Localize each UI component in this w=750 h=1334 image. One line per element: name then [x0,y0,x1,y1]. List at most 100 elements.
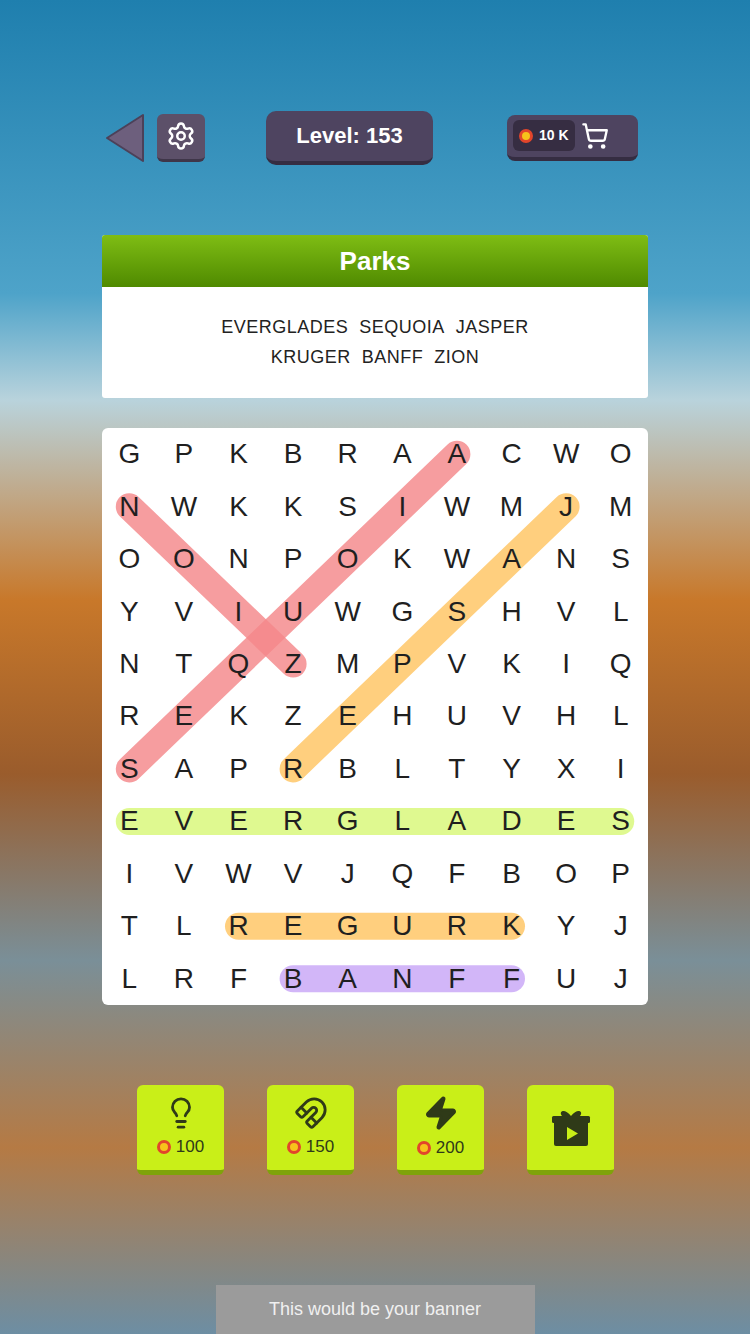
grid-letter[interactable]: R [157,953,212,1005]
grid-letter[interactable]: L [593,690,648,742]
grid-letter[interactable]: J [539,480,594,532]
grid-letter[interactable]: E [211,795,266,847]
grid-letter[interactable]: P [211,743,266,795]
grid-letter[interactable]: I [539,638,594,690]
grid-letter[interactable]: T [430,743,485,795]
grid-letter[interactable]: A [484,533,539,585]
grid-letter[interactable]: Z [266,690,321,742]
grid-letter[interactable]: H [484,585,539,637]
grid-letter[interactable]: G [320,900,375,952]
grid-letter[interactable]: B [484,848,539,900]
grid-letter[interactable]: U [539,953,594,1005]
grid-letter[interactable]: R [266,743,321,795]
grid-letter[interactable]: F [211,953,266,1005]
grid-letter[interactable]: A [320,953,375,1005]
grid-letter[interactable]: G [375,585,430,637]
grid-letter[interactable]: L [375,795,430,847]
grid-letter[interactable]: P [593,848,648,900]
grid-letter[interactable]: L [593,585,648,637]
video-gift-button[interactable] [527,1085,614,1175]
grid-letter[interactable]: J [593,900,648,952]
letter-grid[interactable]: GPKBRAACWONWKKSIWMJMOONPOKWANSYVIUWGSHVL… [102,428,648,1005]
grid-letter[interactable]: V [157,848,212,900]
grid-letter[interactable]: X [539,743,594,795]
grid-letter[interactable]: E [102,795,157,847]
grid-letter[interactable]: G [102,428,157,480]
grid-letter[interactable]: O [102,533,157,585]
grid-letter[interactable]: I [375,480,430,532]
grid-letter[interactable]: G [320,795,375,847]
hint-button[interactable]: 100 [137,1085,224,1175]
ad-banner[interactable]: This would be your banner [216,1285,535,1334]
grid-letter[interactable]: O [157,533,212,585]
grid-letter[interactable]: Y [539,900,594,952]
grid-letter[interactable]: N [102,480,157,532]
grid-letter[interactable]: Z [266,638,321,690]
grid-letter[interactable]: S [593,533,648,585]
grid-letter[interactable]: V [484,690,539,742]
grid-letter[interactable]: E [266,900,321,952]
grid-letter[interactable]: A [157,743,212,795]
grid-letter[interactable]: N [539,533,594,585]
grid-letter[interactable]: K [484,638,539,690]
coins-display[interactable]: 10 K [507,115,638,161]
grid-letter[interactable]: E [157,690,212,742]
grid-letter[interactable]: R [430,900,485,952]
grid-letter[interactable]: O [593,428,648,480]
grid-letter[interactable]: R [320,428,375,480]
grid-letter[interactable]: J [320,848,375,900]
grid-letter[interactable]: V [539,585,594,637]
grid-letter[interactable]: D [484,795,539,847]
grid-letter[interactable]: K [375,533,430,585]
grid-letter[interactable]: F [484,953,539,1005]
grid-letter[interactable]: M [320,638,375,690]
grid-letter[interactable]: L [102,953,157,1005]
grid-letter[interactable]: O [539,848,594,900]
grid-letter[interactable]: S [430,585,485,637]
grid-letter[interactable]: K [211,480,266,532]
grid-letter[interactable]: R [102,690,157,742]
grid-letter[interactable]: N [102,638,157,690]
grid-letter[interactable]: W [539,428,594,480]
grid-letter[interactable]: U [375,900,430,952]
grid-letter[interactable]: A [375,428,430,480]
grid-letter[interactable]: P [266,533,321,585]
grid-letter[interactable]: Y [102,585,157,637]
grid-letter[interactable]: Y [484,743,539,795]
back-button[interactable] [105,113,145,163]
grid-letter[interactable]: V [266,848,321,900]
grid-letter[interactable]: U [430,690,485,742]
grid-letter[interactable]: L [375,743,430,795]
grid-letter[interactable]: J [593,953,648,1005]
grid-letter[interactable]: F [430,848,485,900]
settings-button[interactable] [157,114,205,162]
grid-letter[interactable]: B [266,428,321,480]
grid-letter[interactable]: S [102,743,157,795]
grid-letter[interactable]: H [539,690,594,742]
grid-letter[interactable]: C [484,428,539,480]
grid-letter[interactable]: Q [211,638,266,690]
grid-letter[interactable]: K [266,480,321,532]
grid-letter[interactable]: A [430,795,485,847]
grid-letter[interactable]: N [375,953,430,1005]
grid-letter[interactable]: E [539,795,594,847]
grid-letter[interactable]: W [430,480,485,532]
grid-letter[interactable]: S [593,795,648,847]
magnet-button[interactable]: 150 [267,1085,354,1175]
grid-letter[interactable]: U [266,585,321,637]
grid-letter[interactable]: B [320,743,375,795]
grid-letter[interactable]: F [430,953,485,1005]
grid-letter[interactable]: P [375,638,430,690]
grid-letter[interactable]: T [157,638,212,690]
grid-letter[interactable]: L [157,900,212,952]
grid-letter[interactable]: P [157,428,212,480]
grid-letter[interactable]: W [430,533,485,585]
grid-letter[interactable]: Q [593,638,648,690]
grid-letter[interactable]: R [211,900,266,952]
grid-letter[interactable]: V [430,638,485,690]
grid-letter[interactable]: S [320,480,375,532]
grid-letter[interactable]: V [157,585,212,637]
grid-letter[interactable]: H [375,690,430,742]
grid-letter[interactable]: R [266,795,321,847]
lightning-button[interactable]: 200 [397,1085,484,1175]
